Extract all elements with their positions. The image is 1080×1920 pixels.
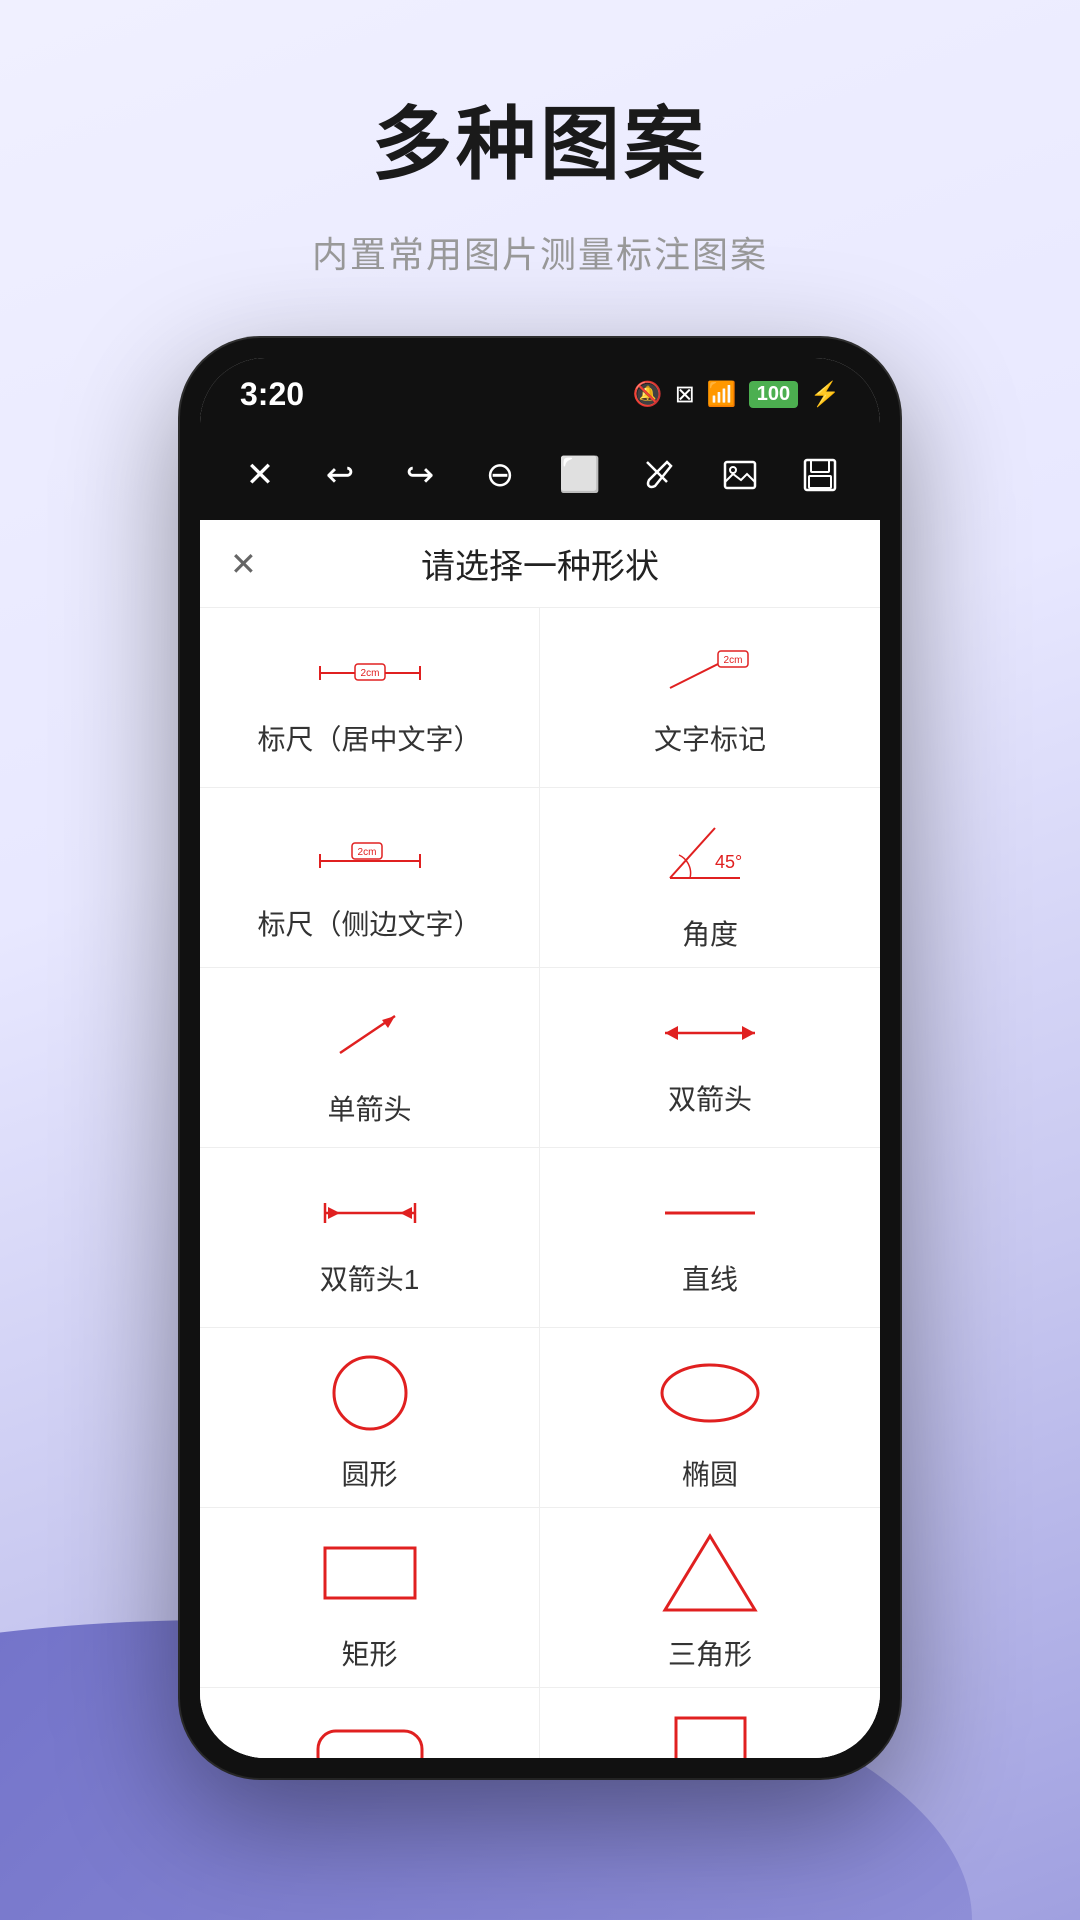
shape-item-double-arrow[interactable]: 双箭头: [540, 968, 880, 1148]
svg-text:2cm: 2cm: [360, 668, 379, 679]
status-icons: 🔕 ⊠ 📶 100 ⚡: [633, 380, 840, 409]
shape-item-circle[interactable]: 圆形: [200, 1328, 540, 1508]
shape-item-ruler-side[interactable]: 2cm 标尺（侧边文字）: [200, 788, 540, 968]
close-button[interactable]: ✕: [230, 445, 290, 505]
phone-frame: 3:20 🔕 ⊠ 📶 100 ⚡ ✕ ↩ ↪ ⊖ ⬜: [180, 338, 900, 1778]
minus-button[interactable]: ⊖: [470, 445, 530, 505]
double-arrow1-icon: [310, 1188, 430, 1238]
line-icon: [650, 1188, 770, 1238]
status-time: 3:20: [240, 376, 304, 413]
page-subtitle: 内置常用图片测量标注图案: [0, 226, 1080, 278]
shape-item-triangle[interactable]: 三角形: [540, 1508, 880, 1688]
svg-text:2cm: 2cm: [724, 655, 743, 666]
shape-item-text-mark[interactable]: 2cm 文字标记: [540, 608, 880, 788]
sim-icon: ⊠: [675, 380, 695, 409]
undo-button[interactable]: ↩: [310, 445, 370, 505]
svg-text:2cm: 2cm: [357, 847, 376, 858]
charging-icon: ⚡: [810, 380, 840, 409]
square-icon: [668, 1713, 753, 1759]
double-arrow1-label: 双箭头1: [320, 1258, 420, 1298]
phone-screen: 3:20 🔕 ⊠ 📶 100 ⚡ ✕ ↩ ↪ ⊖ ⬜: [200, 358, 880, 1758]
modal-close-button[interactable]: ✕: [230, 545, 257, 583]
ruler-center-icon: 2cm: [310, 648, 430, 698]
copy-button[interactable]: ⬜: [550, 445, 610, 505]
single-arrow-icon: [320, 998, 420, 1068]
shape-item-line[interactable]: 直线: [540, 1148, 880, 1328]
shape-item-rounded-rect[interactable]: 圆角矩形: [200, 1688, 540, 1758]
single-arrow-label: 单箭头: [327, 1088, 411, 1128]
ellipse-label: 椭圆: [682, 1453, 738, 1493]
circle-label: 圆形: [341, 1453, 397, 1493]
page-title: 多种图案: [0, 0, 1080, 196]
status-bar: 3:20 🔕 ⊠ 📶 100 ⚡: [200, 358, 880, 430]
image-button[interactable]: [710, 445, 770, 505]
line-label: 直线: [682, 1258, 738, 1298]
angle-icon: 45°: [660, 813, 760, 893]
modal-title: 请选择一种形状: [421, 539, 659, 588]
triangle-label: 三角形: [668, 1633, 752, 1673]
modal-header: ✕ 请选择一种形状: [200, 520, 880, 608]
svg-text:45°: 45°: [715, 852, 742, 872]
alarm-icon: 🔕: [633, 380, 663, 409]
shape-grid: 2cm 标尺（居中文字） 2cm: [200, 608, 880, 1758]
app-toolbar: ✕ ↩ ↪ ⊖ ⬜: [200, 430, 880, 520]
ruler-side-icon: 2cm: [310, 823, 430, 883]
ruler-side-label: 标尺（侧边文字）: [257, 903, 481, 943]
shape-item-square[interactable]: 正方形: [540, 1688, 880, 1758]
shape-item-single-arrow[interactable]: 单箭头: [200, 968, 540, 1148]
battery-icon: 100: [749, 381, 798, 408]
triangle-icon: [660, 1533, 760, 1613]
shape-item-angle[interactable]: 45° 角度: [540, 788, 880, 968]
double-arrow-icon: [650, 1008, 770, 1058]
main-content: ✕ 请选择一种形状 2cm: [200, 520, 880, 1758]
ellipse-icon: [655, 1353, 765, 1433]
ruler-center-label: 标尺（居中文字）: [257, 718, 481, 758]
double-arrow-label: 双箭头: [668, 1078, 752, 1118]
shape-item-rectangle[interactable]: 矩形: [200, 1508, 540, 1688]
angle-label: 角度: [682, 913, 738, 953]
text-mark-label: 文字标记: [654, 718, 766, 758]
phone-mockup: 3:20 🔕 ⊠ 📶 100 ⚡ ✕ ↩ ↪ ⊖ ⬜: [0, 338, 1080, 1778]
shape-item-ruler-center[interactable]: 2cm 标尺（居中文字）: [200, 608, 540, 788]
rectangle-label: 矩形: [341, 1633, 397, 1673]
rounded-rect-icon: [310, 1713, 430, 1759]
rectangle-icon: [315, 1533, 425, 1613]
redo-button[interactable]: ↪: [390, 445, 450, 505]
brush-button[interactable]: [630, 445, 690, 505]
text-mark-icon: 2cm: [650, 648, 770, 698]
shape-item-ellipse[interactable]: 椭圆: [540, 1328, 880, 1508]
circle-icon: [325, 1353, 415, 1433]
shape-item-double-arrow1[interactable]: 双箭头1: [200, 1148, 540, 1328]
wifi-icon: 📶: [707, 380, 737, 409]
save-button[interactable]: [790, 445, 850, 505]
